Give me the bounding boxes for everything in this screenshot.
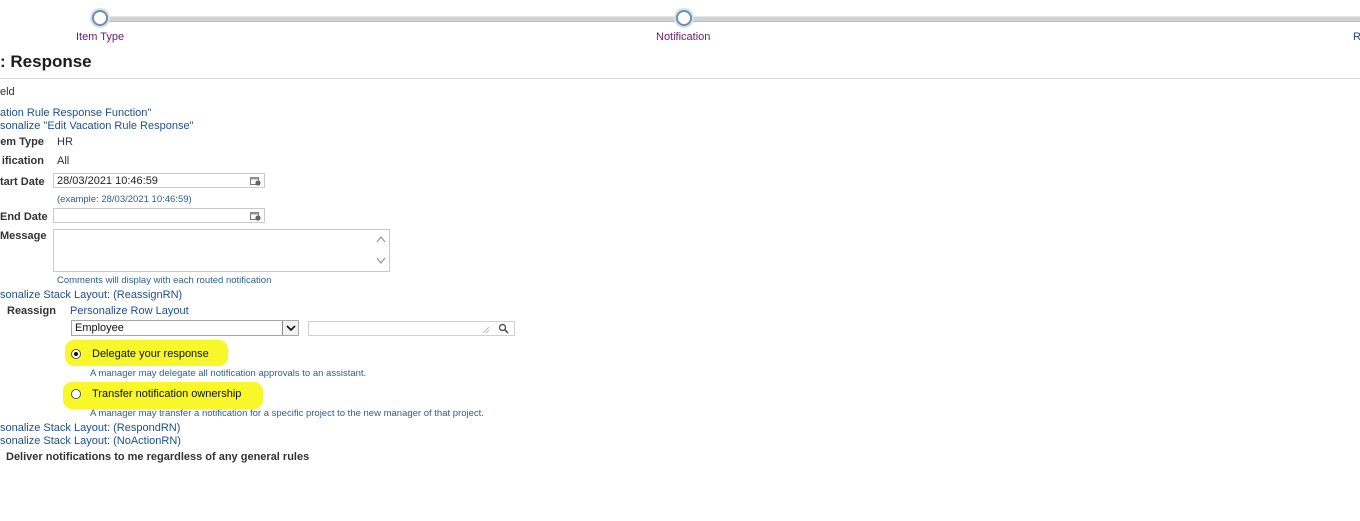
item-type-value: HR	[57, 136, 73, 148]
required-field-note: eld	[0, 86, 15, 98]
transfer-description: A manager may transfer a notification fo…	[90, 408, 484, 419]
message-textarea[interactable]	[53, 229, 390, 272]
end-date-input[interactable]	[53, 208, 265, 223]
deliver-notifications-label: Deliver notifications to me regardless o…	[6, 451, 310, 463]
delegate-description: A manager may delegate all notification …	[90, 368, 367, 379]
personalize-row-layout-link[interactable]: Personalize Row Layout	[70, 305, 189, 317]
message-label: Message	[0, 230, 47, 242]
page-title: : Response	[0, 52, 92, 71]
scroll-down-icon[interactable]	[376, 257, 386, 265]
progress-train-line	[100, 16, 1360, 22]
notification-label: ification	[1, 155, 44, 167]
chevron-down-icon	[286, 325, 296, 332]
reassign-label: Reassign	[7, 305, 56, 317]
title-divider	[0, 78, 1360, 79]
personalize-stack-respond-link[interactable]: sonalize Stack Layout: (RespondRN)	[0, 422, 180, 434]
reassign-employee-input[interactable]	[308, 321, 515, 336]
response-function-link[interactable]: ation Rule Response Function"	[0, 107, 151, 119]
select-dropdown-button[interactable]	[282, 321, 298, 335]
personalize-stack-reassign-link[interactable]: sonalize Stack Layout: (ReassignRN)	[0, 289, 182, 301]
resize-grip-icon	[482, 326, 490, 334]
transfer-label[interactable]: Transfer notification ownership	[92, 388, 241, 400]
train-step-response-label[interactable]: R	[1353, 31, 1360, 43]
search-icon[interactable]	[498, 323, 509, 334]
train-step-item-type-dot[interactable]	[92, 10, 108, 26]
notification-value: All	[57, 155, 70, 167]
personalize-stack-noaction-link[interactable]: sonalize Stack Layout: (NoActionRN)	[0, 435, 181, 447]
delegate-radio[interactable]	[71, 349, 81, 359]
reassign-type-select[interactable]: Employee	[71, 320, 299, 336]
delegate-label[interactable]: Delegate your response	[92, 348, 209, 360]
message-hint: Comments will display with each routed n…	[57, 275, 272, 286]
train-step-notification-label[interactable]: Notification	[656, 31, 710, 43]
start-date-label: tart Date	[0, 176, 45, 188]
train-step-item-type-label[interactable]: Item Type	[76, 31, 124, 43]
end-date-label: End Date	[0, 211, 48, 223]
reassign-type-value: Employee	[75, 322, 124, 334]
calendar-icon[interactable]	[250, 176, 261, 186]
start-date-input[interactable]: 28/03/2021 10:46:59	[53, 173, 265, 188]
start-date-value: 28/03/2021 10:46:59	[57, 175, 158, 187]
calendar-icon[interactable]	[250, 211, 261, 221]
train-step-notification-dot[interactable]	[676, 10, 692, 26]
start-date-example-hint: (example: 28/03/2021 10:46:59)	[57, 194, 192, 205]
item-type-label: em Type	[0, 136, 44, 148]
scroll-up-icon[interactable]	[376, 235, 386, 243]
transfer-radio[interactable]	[71, 389, 81, 399]
personalize-edit-response-link[interactable]: sonalize "Edit Vacation Rule Response"	[0, 120, 194, 132]
